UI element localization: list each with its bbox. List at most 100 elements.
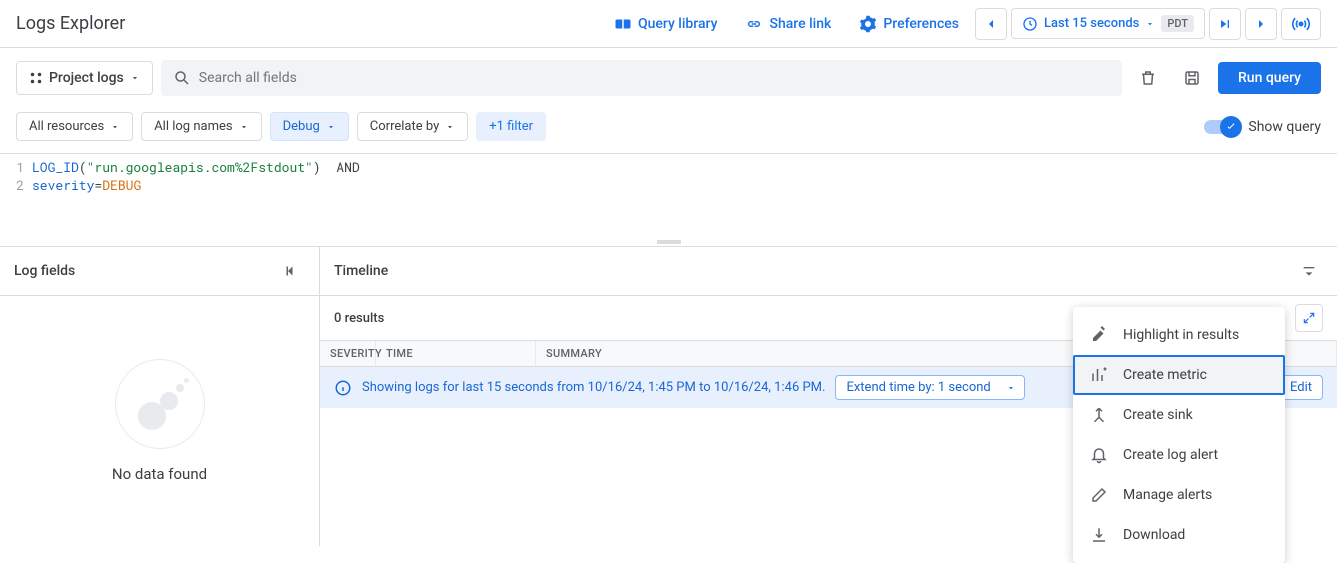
actions-menu: Highlight in results Create metric Creat… xyxy=(1073,307,1285,563)
drag-handle[interactable] xyxy=(0,238,1337,246)
col-time: TIME xyxy=(376,341,536,366)
run-query-button[interactable]: Run query xyxy=(1218,62,1321,94)
menu-highlight-label: Highlight in results xyxy=(1123,327,1239,343)
collapse-left-icon xyxy=(282,262,300,280)
log-fields-panel: Log fields No data found xyxy=(0,247,320,546)
search-icon xyxy=(173,69,191,87)
save-button[interactable] xyxy=(1174,60,1210,96)
toggle-thumb xyxy=(1220,116,1242,138)
fullscreen-button[interactable] xyxy=(1295,304,1323,332)
search-input[interactable] xyxy=(191,70,1110,86)
trash-icon xyxy=(1139,69,1157,87)
timeline-expand-button[interactable] xyxy=(1295,257,1323,285)
gear-icon xyxy=(859,15,877,33)
menu-highlight[interactable]: Highlight in results xyxy=(1073,315,1285,355)
timeline-title: Timeline xyxy=(334,263,388,279)
no-data-placeholder: No data found xyxy=(0,296,319,546)
menu-download[interactable]: Download xyxy=(1073,515,1285,555)
stream-button[interactable] xyxy=(1281,8,1321,40)
query-bar: Project logs Run query xyxy=(0,48,1337,108)
menu-create-alert[interactable]: Create log alert xyxy=(1073,435,1285,475)
log-fields-title: Log fields xyxy=(14,263,75,279)
project-logs-label: Project logs xyxy=(49,70,124,86)
caret-down-icon xyxy=(1145,19,1155,29)
caret-down-icon xyxy=(239,122,249,132)
download-icon xyxy=(1089,525,1109,545)
no-data-text: No data found xyxy=(112,465,207,483)
expand-down-icon xyxy=(1301,263,1317,279)
link-icon xyxy=(745,15,763,33)
preferences-button[interactable]: Preferences xyxy=(847,9,971,39)
toggle-switch[interactable] xyxy=(1204,120,1240,134)
severity-label: Debug xyxy=(283,119,320,134)
header-actions: Query library Share link Preferences Las… xyxy=(602,8,1321,40)
clock-icon xyxy=(1022,16,1038,32)
add-filter-button[interactable]: +1 filter xyxy=(476,112,546,141)
menu-create-alert-label: Create log alert xyxy=(1123,447,1218,463)
page-title: Logs Explorer xyxy=(16,13,125,34)
severity-filter[interactable]: Debug xyxy=(270,112,349,141)
project-logs-button[interactable]: Project logs xyxy=(16,61,153,95)
broadcast-icon xyxy=(1291,14,1311,34)
caret-down-icon xyxy=(445,122,455,132)
correlate-filter[interactable]: Correlate by xyxy=(357,112,468,141)
time-range-label: Last 15 seconds xyxy=(1044,16,1139,31)
chevron-left-icon xyxy=(983,16,999,32)
pencil-icon xyxy=(1089,485,1109,505)
menu-create-sink-label: Create sink xyxy=(1123,407,1193,423)
time-range-button[interactable]: Last 15 seconds PDT xyxy=(1011,8,1205,39)
col-severity: SEVERITY xyxy=(320,341,376,366)
menu-manage-alerts[interactable]: Manage alerts xyxy=(1073,475,1285,515)
book-icon xyxy=(614,15,632,33)
show-query-toggle: Show query xyxy=(1204,119,1321,135)
extend-time-button[interactable]: Extend time by: 1 second xyxy=(835,375,1001,400)
preferences-label: Preferences xyxy=(883,16,959,32)
info-icon xyxy=(334,379,352,397)
time-jump-end-button[interactable] xyxy=(1209,8,1241,40)
log-fields-header: Log fields xyxy=(0,247,319,296)
resources-label: All resources xyxy=(29,119,104,134)
lognames-label: All log names xyxy=(154,119,232,134)
correlate-label: Correlate by xyxy=(370,119,439,134)
chevron-right-icon xyxy=(1253,16,1269,32)
bell-icon xyxy=(1089,445,1109,465)
main-split: Log fields No data found Timeline 0 resu… xyxy=(0,246,1337,546)
menu-create-sink[interactable]: Create sink xyxy=(1073,395,1285,435)
extend-time-caret[interactable] xyxy=(998,375,1025,400)
lognames-filter[interactable]: All log names xyxy=(141,112,261,141)
timezone-badge: PDT xyxy=(1161,15,1194,32)
clear-button[interactable] xyxy=(1130,60,1166,96)
time-next-button[interactable] xyxy=(1245,8,1277,40)
results-count: 0 results xyxy=(334,311,384,326)
info-message: Showing logs for last 15 seconds from 10… xyxy=(362,380,825,395)
resources-filter[interactable]: All resources xyxy=(16,112,133,141)
caret-down-icon xyxy=(130,73,140,83)
time-prev-button[interactable] xyxy=(975,8,1007,40)
caret-down-icon xyxy=(1006,383,1016,393)
collapse-panel-button[interactable] xyxy=(277,257,305,285)
query-editor[interactable]: 1 2 LOG_ID("run.googleapis.com%2Fstdout"… xyxy=(0,153,1337,198)
show-query-label: Show query xyxy=(1248,119,1321,135)
no-data-illustration xyxy=(115,359,205,449)
header: Logs Explorer Query library Share link P… xyxy=(0,0,1337,48)
sink-icon xyxy=(1089,405,1109,425)
share-link-button[interactable]: Share link xyxy=(733,9,843,39)
menu-download-label: Download xyxy=(1123,527,1185,543)
grid-icon xyxy=(29,71,43,85)
search-input-wrapper xyxy=(161,60,1122,96)
edit-time-button[interactable]: Edit xyxy=(1279,375,1323,400)
metric-icon xyxy=(1089,365,1109,385)
share-link-label: Share link xyxy=(769,16,831,32)
filters-bar: All resources All log names Debug Correl… xyxy=(0,108,1337,153)
caret-down-icon xyxy=(326,122,336,132)
code-content: LOG_ID("run.googleapis.com%2Fstdout") AN… xyxy=(32,154,1337,198)
caret-down-icon xyxy=(110,122,120,132)
expand-icon xyxy=(1302,311,1316,325)
timeline-header: Timeline xyxy=(320,247,1337,296)
menu-manage-alerts-label: Manage alerts xyxy=(1123,487,1212,503)
query-library-label: Query library xyxy=(638,16,718,32)
menu-create-metric[interactable]: Create metric xyxy=(1073,355,1285,395)
extend-time-group: Extend time by: 1 second xyxy=(835,375,1024,400)
query-library-button[interactable]: Query library xyxy=(602,9,730,39)
skip-end-icon xyxy=(1217,16,1233,32)
